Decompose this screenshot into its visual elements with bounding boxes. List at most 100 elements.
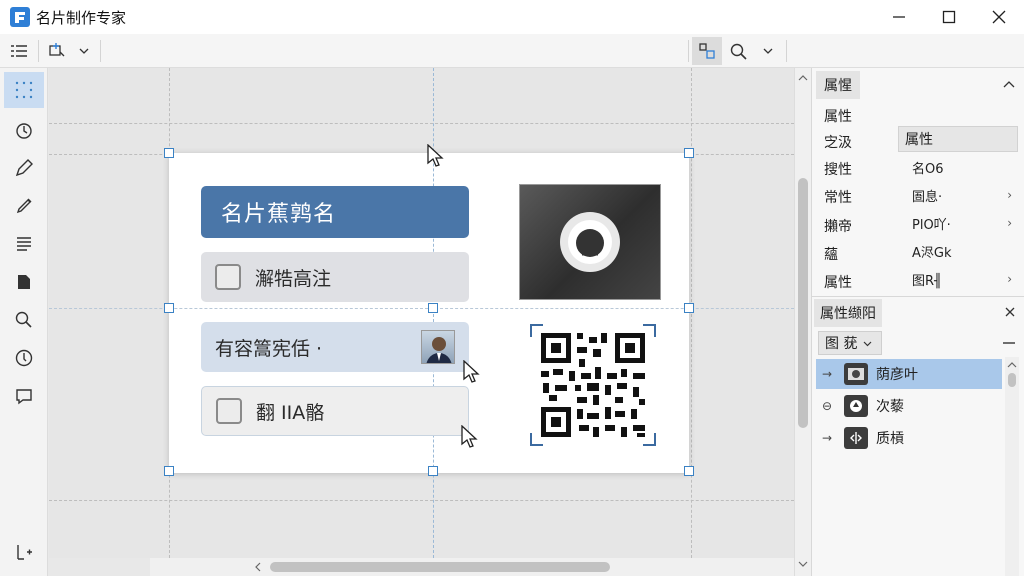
property-value-text: A浕Gk (912, 245, 952, 261)
chevron-right-icon: → (821, 431, 833, 445)
card-subtitle-field[interactable]: 澥牿高注 (201, 252, 469, 302)
horizontal-scroll-thumb[interactable] (270, 562, 610, 572)
layer-item[interactable]: → 质槓 (816, 423, 1002, 453)
minimize-button[interactable] (874, 0, 924, 34)
property-label: 属性 (824, 275, 852, 291)
qr-code-icon (530, 324, 656, 446)
chevron-up-icon[interactable] (1003, 80, 1015, 88)
list-icon (11, 45, 27, 57)
align-icon (699, 43, 715, 59)
vertical-scroll-thumb[interactable] (798, 178, 808, 428)
resize-handle[interactable] (428, 466, 438, 476)
properties-tab-label: 属惺 (824, 78, 852, 94)
scroll-left-icon (255, 562, 261, 572)
brush-tool-button[interactable] (4, 188, 44, 224)
comment-tool-button[interactable] (4, 378, 44, 414)
close-icon (992, 10, 1006, 24)
card-title-field[interactable]: 名片蕉鹑名 (201, 186, 469, 238)
maximize-button[interactable] (924, 0, 974, 34)
select-tool-button[interactable] (4, 72, 44, 108)
history-icon (16, 123, 32, 139)
property-label: 常性 (824, 190, 852, 206)
chevron-right-icon: › (1007, 188, 1012, 202)
property-value-text: PlO吖· (912, 217, 951, 233)
layer-item-label: 质槓 (876, 431, 904, 447)
minus-icon[interactable] (1003, 341, 1015, 345)
outline-list-button[interactable] (6, 37, 32, 65)
property-value[interactable]: A浕Gk (898, 238, 1018, 264)
design-canvas[interactable]: 名片蕉鹑名 澥牿高注 有容篙宪佸 · 翻 IIA骼 (49, 68, 794, 558)
canvas-vertical-scrollbar[interactable] (794, 68, 811, 576)
canvas-horizontal-scrollbar[interactable] (150, 558, 794, 576)
zoom-tool-dropdown[interactable] (758, 37, 778, 65)
logo-circle-icon (560, 212, 620, 272)
property-label: 蘊 (824, 247, 838, 263)
shape-thumbnail-icon (844, 395, 868, 417)
layers-tab[interactable]: 属性缬阳 (814, 299, 882, 327)
property-value[interactable]: 图R╢ › (898, 266, 1018, 292)
comment-icon (16, 389, 32, 405)
align-tool-button[interactable] (692, 37, 722, 65)
resize-handle[interactable] (684, 148, 694, 158)
layer-item[interactable]: → 荫彦叶 (816, 359, 1002, 389)
minimize-icon (893, 16, 905, 18)
scroll-down-icon (798, 561, 808, 567)
text-tool-button[interactable] (4, 226, 44, 262)
resize-handle[interactable] (684, 466, 694, 476)
chevron-right-icon: › (1007, 272, 1012, 286)
title-bar: 名片制作专家 (0, 0, 1024, 34)
layer-tool-button[interactable] (4, 264, 44, 300)
layer-filter-value: 图 莸 (825, 336, 858, 352)
layers-panel: 属性缬阳 图 莸 → 荫彦叶 ⊖ 次藜 → 质槓 (812, 296, 1024, 576)
expand-icon: ⊖ (821, 399, 833, 413)
layer-item-label: 荫彦叶 (876, 367, 918, 383)
window-title: 名片制作专家 (36, 8, 127, 27)
add-page-button[interactable] (4, 534, 44, 570)
toolbar (0, 34, 1024, 68)
property-label: 搜性 (824, 162, 852, 178)
card-title-text: 名片蕉鹑名 (221, 202, 337, 227)
card-contact-field[interactable]: 有容篙宪佸 · (201, 322, 469, 372)
card-subtitle-text: 澥牿高注 (255, 267, 332, 290)
property-value[interactable]: 名O6 (898, 154, 1018, 180)
close-icon[interactable] (1005, 307, 1015, 317)
image-thumbnail-icon (844, 363, 868, 385)
layer-item[interactable]: ⊖ 次藜 (816, 391, 1002, 421)
card-contact-text: 有容篙宪佸 · (215, 337, 323, 360)
property-value-header[interactable]: 属性 (898, 126, 1018, 152)
property-value[interactable]: 圄息· › (898, 182, 1018, 208)
layers-scrollbar[interactable] (1005, 357, 1019, 576)
resize-handle[interactable] (164, 303, 174, 313)
maximize-icon (942, 10, 956, 24)
scroll-up-icon (1007, 362, 1017, 368)
logo-image[interactable] (519, 184, 661, 300)
resize-handle[interactable] (684, 303, 694, 313)
mouse-pointer-icon (427, 144, 444, 167)
brush-icon (16, 198, 32, 214)
close-button[interactable] (974, 0, 1024, 34)
app-logo-icon (10, 7, 30, 27)
qr-code[interactable] (529, 323, 657, 447)
layer-filter-select[interactable]: 图 莸 (818, 331, 882, 355)
frame-tool-dropdown[interactable] (74, 37, 94, 65)
history-tool-button[interactable] (4, 112, 44, 148)
frame-tool-button[interactable] (44, 37, 70, 65)
pen-tool-button[interactable] (4, 150, 44, 186)
chevron-down-icon (79, 48, 89, 54)
properties-section-label: 属性 (824, 109, 852, 125)
compass-tool-button[interactable] (4, 340, 44, 376)
resize-handle[interactable] (164, 466, 174, 476)
zoom-tool-button[interactable] (726, 37, 752, 65)
magnify-tool-button[interactable] (4, 302, 44, 338)
layers-tab-label: 属性缬阳 (820, 306, 876, 322)
layers-scroll-thumb[interactable] (1008, 373, 1016, 387)
property-label: 㝎汲 (824, 135, 852, 151)
business-card[interactable]: 名片蕉鹑名 澥牿高注 有容篙宪佸 · 翻 IIA骼 (49, 68, 794, 558)
card-address-field[interactable]: 翻 IIA骼 (201, 386, 469, 436)
properties-tab[interactable]: 属惺 (816, 71, 860, 99)
resize-handle[interactable] (428, 303, 438, 313)
card-address-text: 翻 IIA骼 (256, 401, 325, 424)
resize-handle[interactable] (164, 148, 174, 158)
avatar (421, 330, 455, 364)
property-value[interactable]: PlO吖· › (898, 210, 1018, 236)
